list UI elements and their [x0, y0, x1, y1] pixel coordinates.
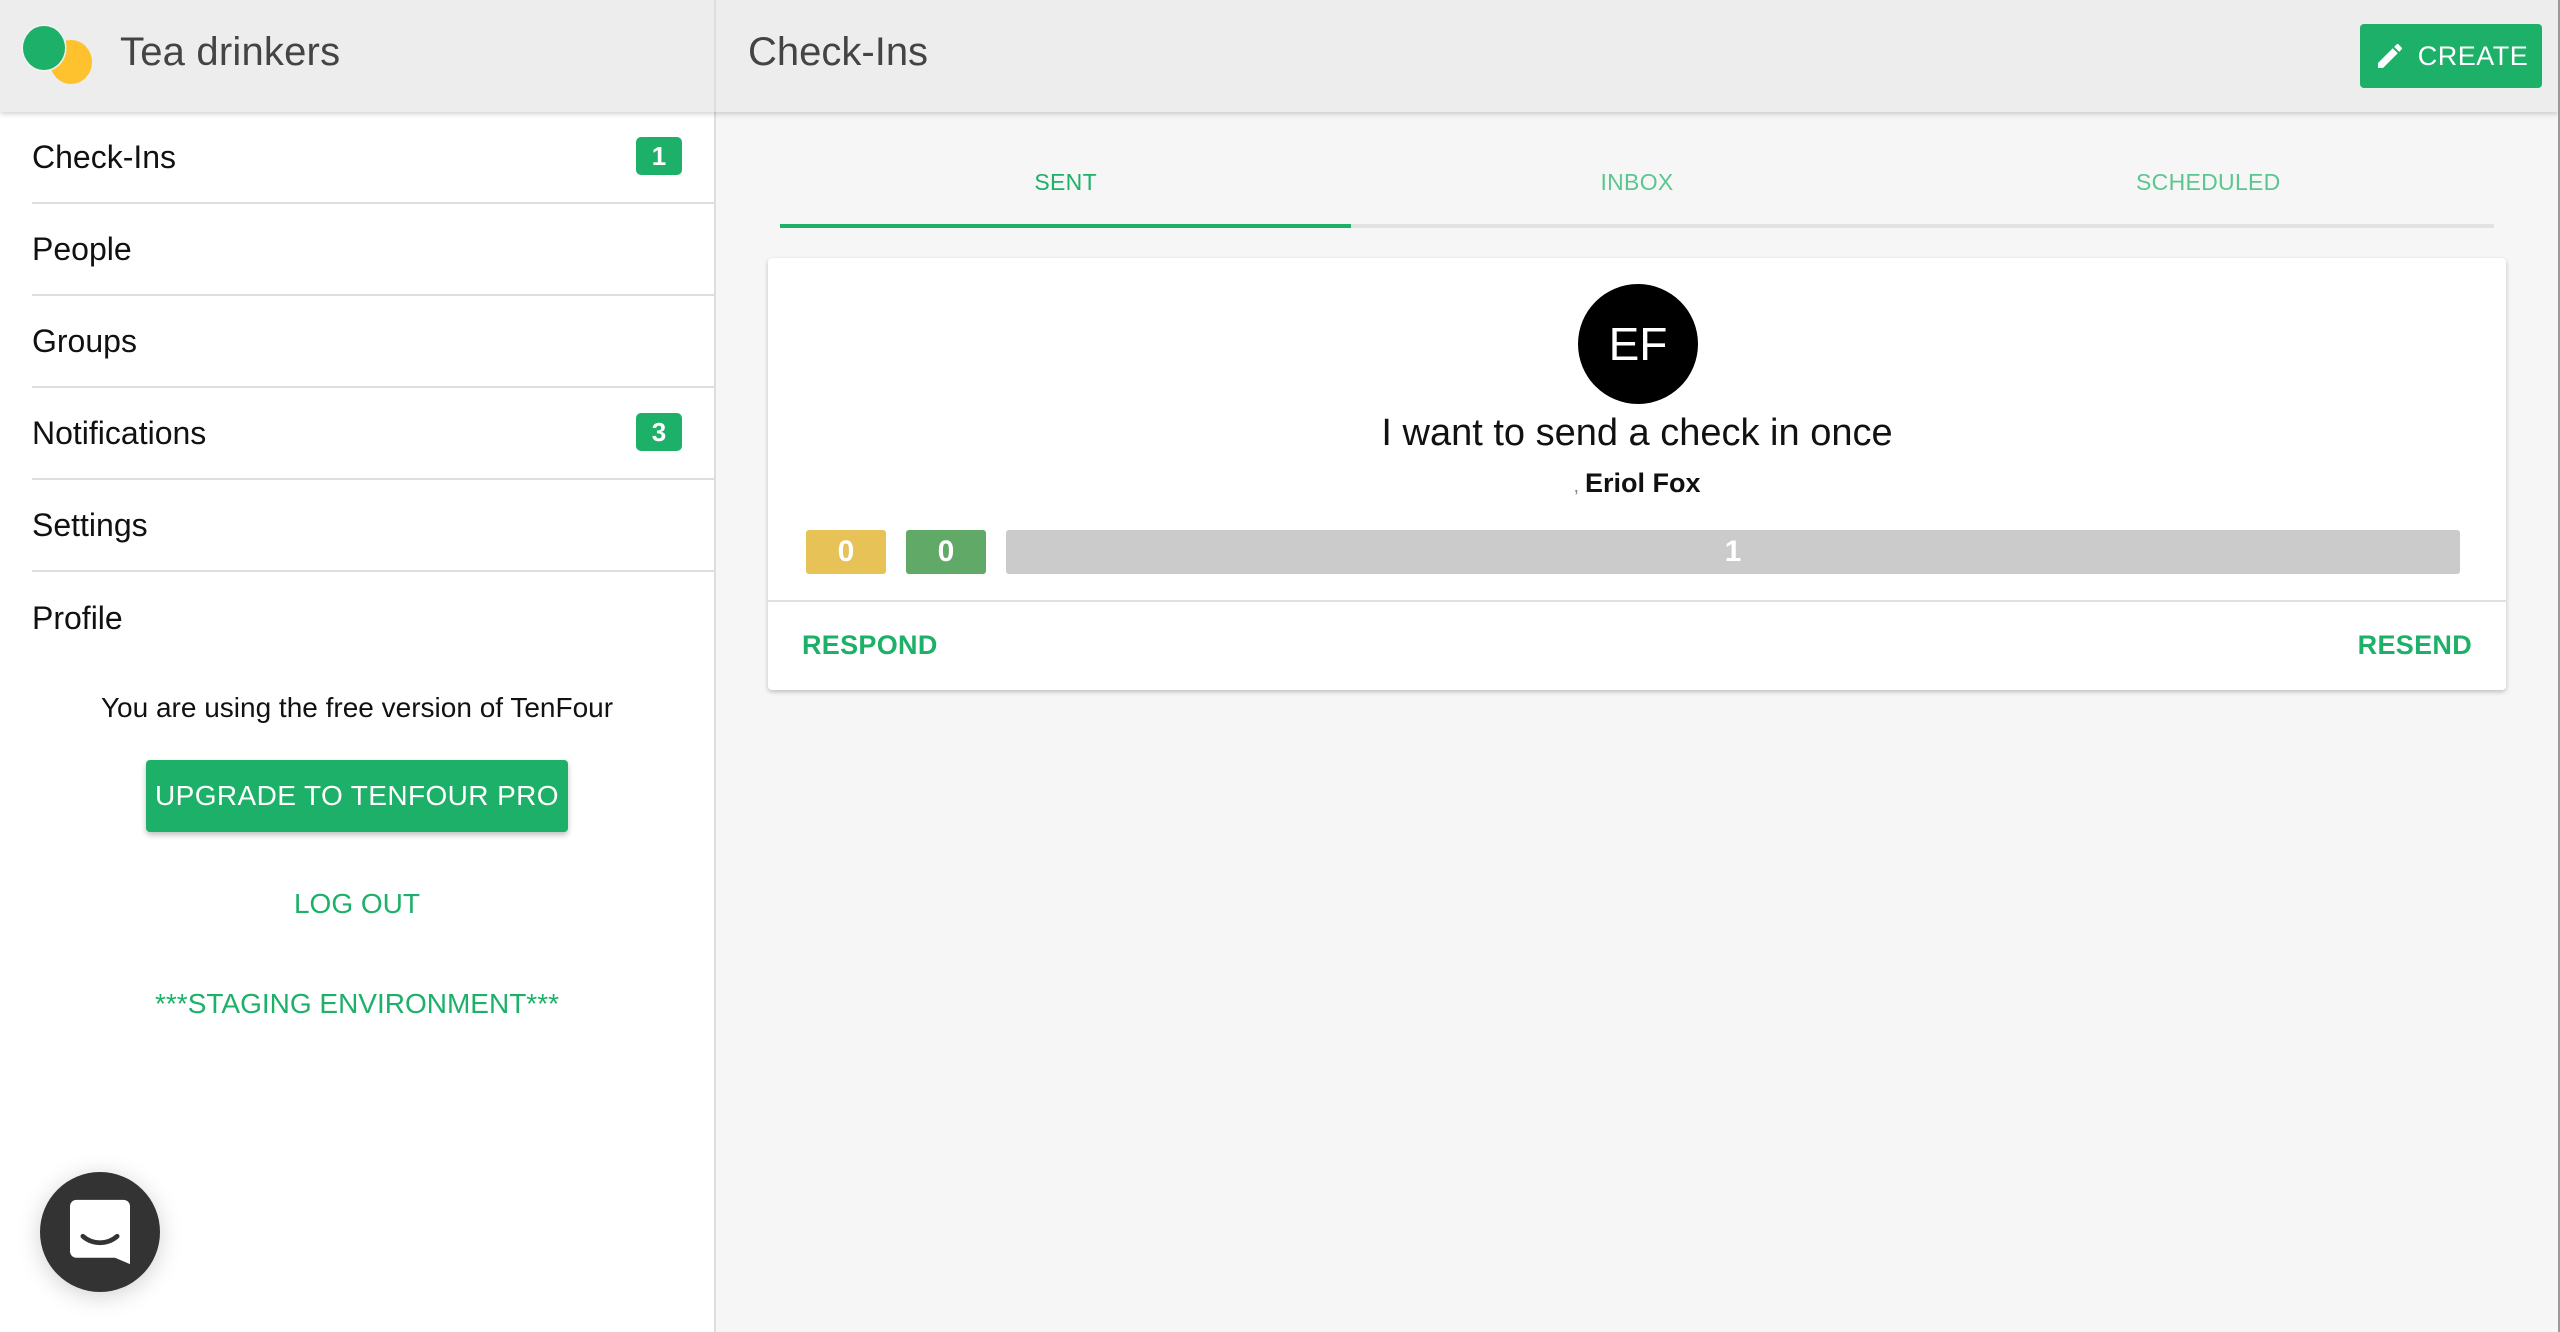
logout-button[interactable]: LOG OUT	[0, 888, 714, 920]
pencil-icon	[2377, 43, 2402, 68]
sender-name: Eriol Fox	[1585, 468, 1701, 498]
upgrade-button[interactable]: UPGRADE TO TENFOUR PRO	[146, 760, 568, 832]
tab-sent[interactable]: SENT	[780, 140, 1352, 228]
tab-inbox[interactable]: INBOX	[1351, 140, 1923, 228]
sidebar-item-people[interactable]: People	[32, 204, 714, 296]
sidebar-item-groups[interactable]: Groups	[32, 296, 714, 388]
checkin-tabs: SENT INBOX SCHEDULED	[780, 140, 2494, 228]
response-stats-bar: 0 0 1	[806, 530, 2460, 574]
count-badge: 1	[636, 137, 682, 175]
page-title: Check-Ins	[748, 30, 929, 74]
checkin-message: I want to send a check in once	[1381, 412, 1893, 454]
sidebar-item-check-ins[interactable]: Check-Ins 1	[32, 112, 714, 204]
sender-prefix: ,	[1573, 475, 1580, 497]
create-button-label: CREATE	[2417, 40, 2529, 71]
app-header: Tea drinkers Check-Ins CREATE	[0, 0, 2558, 112]
tab-scheduled[interactable]: SCHEDULED	[1922, 140, 2494, 228]
chat-launcher-button[interactable]	[40, 1172, 160, 1292]
sidebar-item-label: Check-Ins	[32, 138, 177, 175]
free-version-notice: You are using the free version of TenFou…	[100, 692, 614, 723]
sidebar: Check-Ins 1 People Groups Notifications …	[0, 112, 716, 1332]
sidebar-item-label: Notifications	[32, 414, 207, 451]
count-badge: 3	[636, 413, 682, 451]
sidebar-item-profile[interactable]: Profile	[32, 572, 714, 664]
checkin-card[interactable]: EF I want to send a check in once , Eriol…	[768, 258, 2506, 690]
respond-button[interactable]: RESPOND	[802, 630, 938, 661]
stat-green: 0	[906, 530, 986, 574]
environment-label: ***STAGING ENVIRONMENT***	[155, 988, 559, 1019]
brand-area: Tea drinkers	[0, 0, 716, 112]
sidebar-item-notifications[interactable]: Notifications 3	[32, 388, 714, 480]
resend-button[interactable]: RESEND	[2358, 630, 2472, 661]
sidebar-item-label: Settings	[32, 506, 148, 543]
sidebar-item-label: Groups	[32, 322, 137, 359]
sidebar-item-label: People	[32, 230, 132, 267]
stat-yellow: 0	[806, 530, 886, 574]
logo-green-circle	[23, 26, 65, 70]
org-name: Tea drinkers	[120, 30, 341, 74]
sidebar-item-label: Profile	[32, 599, 123, 636]
chat-bubble-icon	[70, 1199, 130, 1265]
org-logo-icon	[20, 22, 94, 86]
card-divider	[768, 600, 2506, 602]
stat-pending: 1	[1006, 530, 2460, 574]
create-button[interactable]: CREATE	[2360, 24, 2542, 88]
sidebar-item-settings[interactable]: Settings	[32, 480, 714, 572]
avatar: EF	[1578, 284, 1698, 404]
checkin-sender: , Eriol Fox	[768, 468, 2506, 499]
